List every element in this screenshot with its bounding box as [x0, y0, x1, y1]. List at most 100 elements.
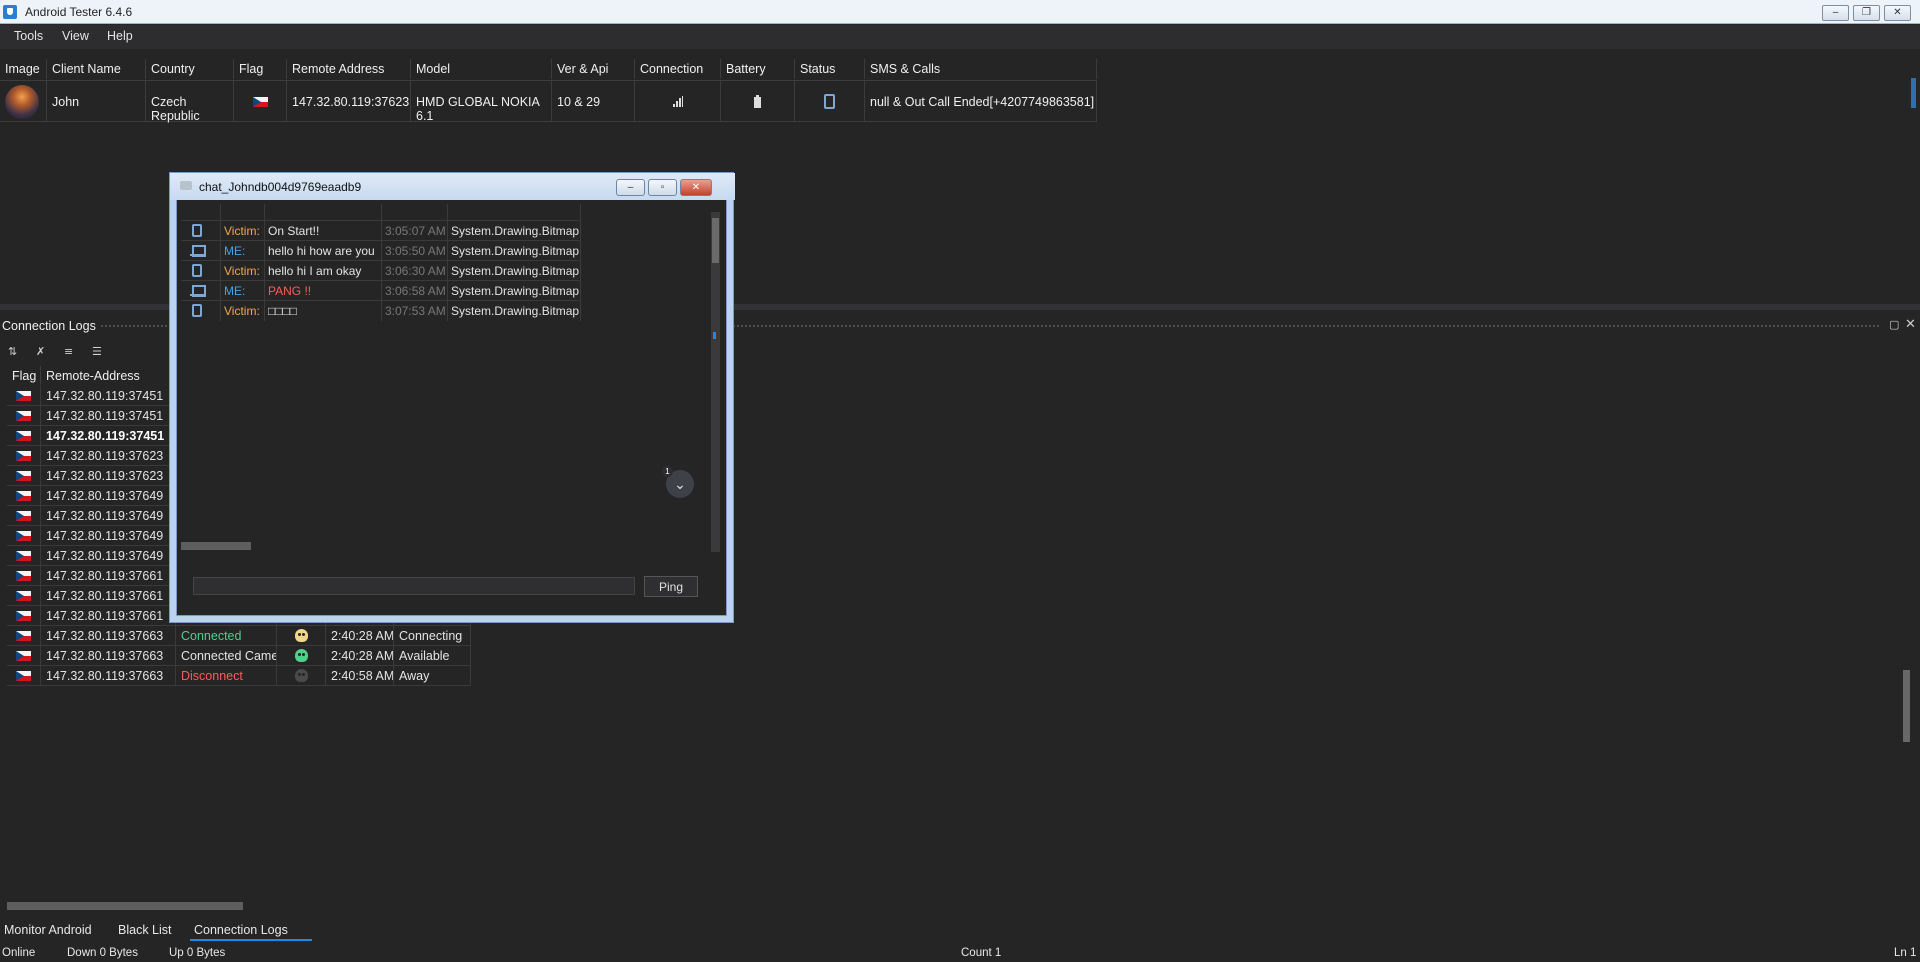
- log-flag-cell: [7, 566, 41, 586]
- log-remote-address: 147.32.80.119:37663: [41, 626, 176, 646]
- logs-panel-title: Connection Logs: [2, 319, 96, 333]
- col-flag[interactable]: Flag: [234, 59, 287, 79]
- log-flag-cell: [7, 426, 41, 446]
- chat-extra: System.Drawing.Bitmap: [448, 301, 581, 321]
- log-status: Available: [394, 646, 471, 666]
- log-event: Connected: [176, 626, 277, 646]
- log-status: Away: [394, 666, 471, 686]
- client-model: HMD GLOBAL NOKIA 6.1: [411, 80, 552, 123]
- phone-icon: [192, 264, 202, 277]
- logs-col-remote-address[interactable]: Remote-Address: [41, 366, 176, 385]
- chat-titlebar[interactable]: chat_Johndb004d9769eaadb9 – ▫ ✕: [170, 173, 735, 200]
- chat-col-extra: [448, 204, 581, 220]
- chat-scrollbar-thumb[interactable]: [712, 218, 719, 263]
- tab-black-list[interactable]: Black List: [118, 923, 172, 937]
- minimize-button[interactable]: –: [1822, 5, 1849, 21]
- table-row[interactable]: 147.32.80.119:37663 Disconnect 2:40:58 AM A…: [7, 666, 471, 686]
- czech-flag-icon: [16, 531, 31, 541]
- chat-minimize-button[interactable]: –: [616, 179, 645, 196]
- log-remote-address: 147.32.80.119:37661: [41, 606, 176, 626]
- clear-filter-icon[interactable]: ≡: [64, 345, 80, 361]
- log-event: Connected Camera: [176, 646, 277, 666]
- table-row[interactable]: 147.32.80.119:37663Connected Camera 2:40:…: [7, 646, 471, 666]
- window-titlebar: Android Tester 6.4.6 – ❐ ✕: [0, 0, 1920, 24]
- chat-sender: ME:: [221, 281, 265, 301]
- log-remote-address: 147.32.80.119:37649: [41, 486, 176, 506]
- table-row[interactable]: 147.32.80.119:37663 Connected 2:40:28 AM Co…: [7, 626, 471, 646]
- chat-hscroll-thumb[interactable]: [181, 542, 251, 550]
- close-panel-icon[interactable]: ✕: [1905, 316, 1916, 332]
- chat-sender-icon-cell: [181, 261, 221, 281]
- log-flag-cell: [7, 586, 41, 606]
- chat-col-time: [382, 204, 448, 220]
- chat-message-row[interactable]: ME: PANG !! 3:06:58 AM System.Drawing.Bitma…: [181, 280, 581, 301]
- tab-monitor-android[interactable]: Monitor Android: [4, 923, 92, 937]
- window-title: Android Tester 6.4.6: [25, 5, 133, 19]
- battery-cell: [721, 80, 795, 122]
- chat-sender-icon-cell: [181, 221, 221, 241]
- czech-flag-icon: [16, 571, 31, 581]
- col-connection[interactable]: Connection: [635, 59, 721, 79]
- czech-flag-icon: [16, 631, 31, 641]
- chat-time: 3:05:07 AM: [382, 221, 448, 241]
- text-filter-icon[interactable]: ☰: [92, 345, 108, 361]
- chat-extra: System.Drawing.Bitmap: [448, 221, 581, 241]
- czech-flag-icon: [16, 411, 31, 421]
- top-scrollbar-thumb[interactable]: [1911, 78, 1916, 108]
- col-sms-calls[interactable]: SMS & Calls: [865, 59, 1097, 79]
- tab-connection-logs[interactable]: Connection Logs: [194, 923, 288, 937]
- logs-col-flag[interactable]: Flag: [7, 366, 41, 385]
- sort-icon[interactable]: ⇅: [8, 345, 24, 361]
- col-ver-api[interactable]: Ver & Api: [552, 59, 635, 79]
- col-client-name[interactable]: Client Name: [47, 59, 146, 79]
- client-name: John: [47, 80, 146, 122]
- skull-icon: [295, 649, 308, 662]
- chat-message-input[interactable]: [193, 577, 635, 595]
- log-flag-cell: [7, 486, 41, 506]
- col-country[interactable]: Country: [146, 59, 234, 79]
- restore-button[interactable]: ❐: [1853, 5, 1880, 21]
- status-online: Online: [2, 947, 36, 959]
- log-time: 2:40:28 AM: [326, 646, 394, 666]
- log-remote-address: 147.32.80.119:37663: [41, 666, 176, 686]
- log-flag-cell: [7, 466, 41, 486]
- logs-vscroll-thumb[interactable]: [1903, 670, 1910, 742]
- log-remote-address: 147.32.80.119:37661: [41, 566, 176, 586]
- logs-hscroll-thumb[interactable]: [7, 902, 243, 910]
- chat-close-button[interactable]: ✕: [680, 179, 712, 196]
- signal-bars-icon: [673, 96, 683, 107]
- menu-view[interactable]: View: [62, 29, 89, 43]
- chat-bubble-icon: [180, 181, 192, 190]
- menu-tools[interactable]: Tools: [14, 29, 43, 43]
- czech-flag-icon: [16, 431, 31, 441]
- col-battery[interactable]: Battery: [721, 59, 795, 79]
- log-remote-address: 147.32.80.119:37661: [41, 586, 176, 606]
- chat-scrollbar[interactable]: [711, 212, 720, 552]
- col-model[interactable]: Model: [411, 59, 552, 79]
- czech-flag-icon: [16, 551, 31, 561]
- chat-time: 3:07:53 AM: [382, 301, 448, 321]
- chat-message-row[interactable]: Victim: On Start!! 3:05:07 AM System.Drawin…: [181, 220, 581, 241]
- chat-message-row[interactable]: Victim: hello hi I am okay 3:06:30 AM Syste…: [181, 260, 581, 281]
- chat-text: □□□□: [265, 301, 382, 321]
- log-time: 2:40:58 AM: [326, 666, 394, 686]
- maximize-panel-icon[interactable]: ▢: [1889, 318, 1899, 331]
- chat-maximize-button[interactable]: ▫: [648, 179, 677, 196]
- chat-col-text: [265, 204, 382, 220]
- czech-flag-icon: [16, 491, 31, 501]
- chat-message-row[interactable]: ME: hello hi how are you 3:05:50 AM System.…: [181, 240, 581, 261]
- col-status[interactable]: Status: [795, 59, 865, 79]
- menu-help[interactable]: Help: [107, 29, 133, 43]
- chat-message-row[interactable]: Victim: □□□□ 3:07:53 AM System.Drawing.Bitm…: [181, 300, 581, 321]
- chat-extra: System.Drawing.Bitmap: [448, 241, 581, 261]
- active-tab-indicator: [190, 939, 312, 941]
- clear-icon[interactable]: ✗: [36, 345, 52, 361]
- col-image[interactable]: Image: [0, 59, 47, 79]
- ping-button[interactable]: Ping: [644, 576, 698, 597]
- col-remote-address[interactable]: Remote Address: [287, 59, 411, 79]
- log-skull-cell: [277, 646, 326, 666]
- skull-icon: [295, 629, 308, 642]
- close-button[interactable]: ✕: [1884, 5, 1911, 21]
- czech-flag-icon: [16, 591, 31, 601]
- log-remote-address: 147.32.80.119:37623: [41, 446, 176, 466]
